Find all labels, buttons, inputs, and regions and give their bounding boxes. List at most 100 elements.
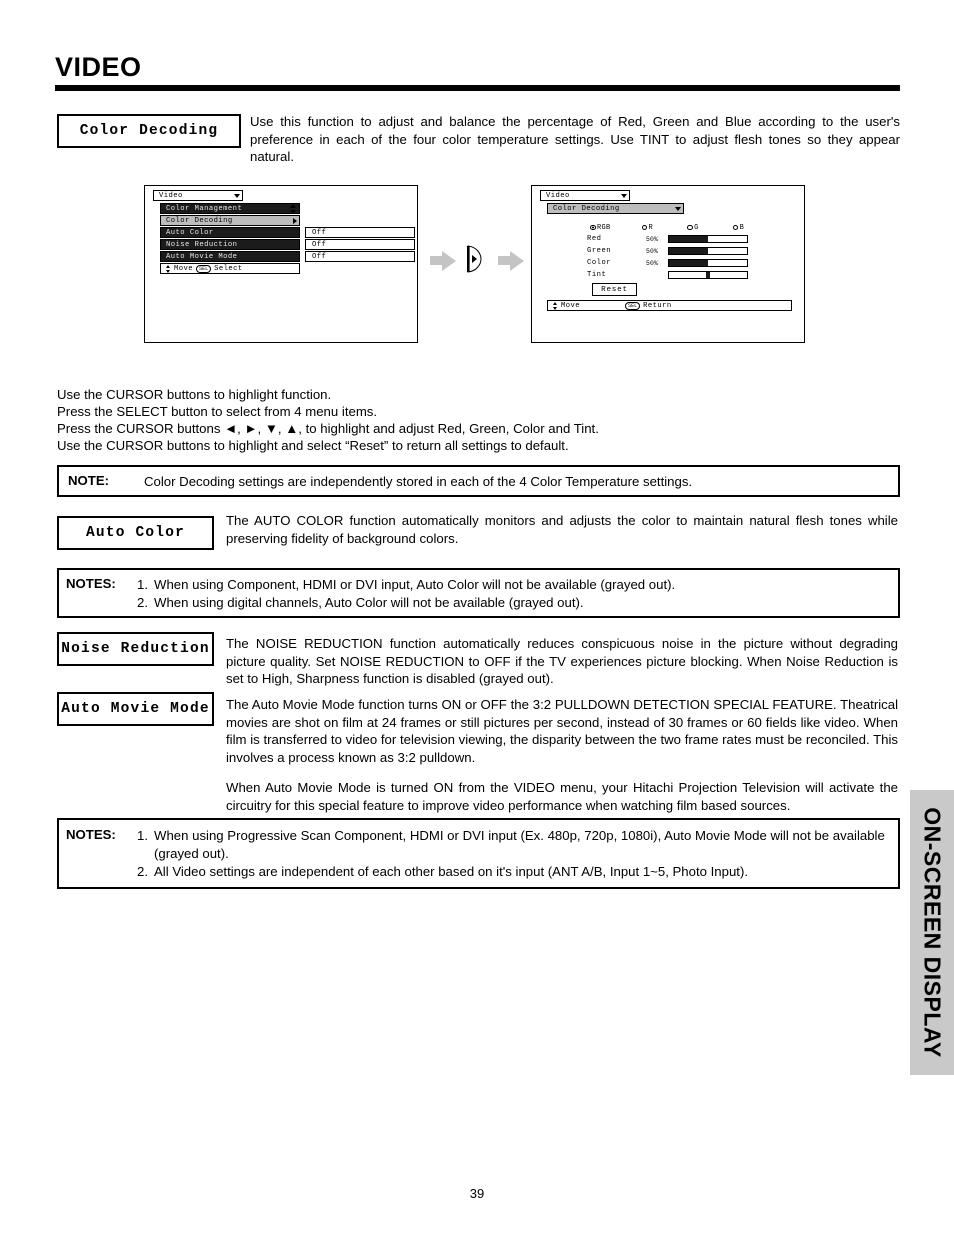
osd-value-auto-color[interactable]: Off bbox=[305, 227, 415, 238]
page-number: 39 bbox=[469, 1186, 485, 1201]
reset-button[interactable]: Reset bbox=[592, 283, 637, 296]
text-auto-movie-mode-1: The Auto Movie Mode function turns ON or… bbox=[226, 697, 898, 765]
slider-fill bbox=[669, 248, 708, 254]
osd-submenu-label: Color Decoding bbox=[553, 204, 620, 213]
slider-value-green: 50% bbox=[646, 248, 659, 255]
slider-track-color[interactable] bbox=[668, 259, 748, 267]
slider-value-red: 50% bbox=[646, 236, 659, 243]
updown-arrows-icon bbox=[552, 301, 559, 311]
osd-left-header-label: Video bbox=[159, 191, 183, 200]
slider-track-tint[interactable] bbox=[668, 271, 748, 279]
radio-label: R bbox=[648, 224, 654, 232]
osd-row-auto-movie-mode[interactable]: Auto Movie Mode bbox=[160, 251, 300, 262]
slider-track-green[interactable] bbox=[668, 247, 748, 255]
osd-right-header[interactable]: Video bbox=[540, 190, 630, 201]
radio-option-r[interactable]: R bbox=[641, 224, 654, 232]
slider-thumb[interactable] bbox=[705, 272, 710, 278]
tag-auto-movie-mode: Auto Movie Mode bbox=[57, 692, 214, 726]
slider-label-green: Green bbox=[587, 247, 612, 255]
note-text-3: 1. When using Progressive Scan Component… bbox=[137, 827, 893, 881]
note-item: 2. All Video settings are independent of… bbox=[137, 863, 893, 881]
osd-row-label: Color Management bbox=[166, 204, 243, 213]
slider-label-tint: Tint bbox=[587, 271, 607, 279]
radio-label: RGB bbox=[597, 224, 611, 232]
text-auto-movie-mode-2: When Auto Movie Mode is turned ON from t… bbox=[226, 780, 898, 813]
chevron-right-icon bbox=[293, 217, 297, 224]
side-tab-label: ON-SCREEN DISPLAY bbox=[919, 807, 946, 1058]
osd-row-label: Color Decoding bbox=[166, 216, 233, 225]
osd-submenu-title[interactable]: Color Decoding bbox=[547, 203, 684, 214]
note-text-2: 1. When using Component, HDMI or DVI inp… bbox=[137, 576, 887, 612]
page-title: VIDEO bbox=[55, 52, 142, 82]
radio-option-g[interactable]: G bbox=[687, 224, 699, 232]
osd-radio-group[interactable]: RGB R G B bbox=[590, 224, 744, 232]
arrow-left-head-icon bbox=[442, 250, 456, 271]
osd-left-footer: Move SEL Select bbox=[160, 263, 300, 274]
select-button-illustration-icon bbox=[467, 245, 482, 273]
radio-icon bbox=[641, 224, 648, 230]
slider-track-red[interactable] bbox=[668, 235, 748, 243]
tag-noise-reduction: Noise Reduction bbox=[57, 632, 214, 666]
note-item: 1. When using Progressive Scan Component… bbox=[137, 827, 893, 863]
select-button-icon: SEL bbox=[625, 301, 641, 310]
updown-arrows-icon bbox=[165, 264, 172, 274]
text-auto-color: The AUTO COLOR function automatically mo… bbox=[226, 513, 898, 546]
chevron-down-icon bbox=[675, 206, 681, 211]
note-item-number: 1. bbox=[137, 577, 148, 592]
osd-right-header-label: Video bbox=[546, 191, 570, 200]
arrow-right-tail bbox=[498, 256, 510, 265]
osd-value-auto-movie-mode[interactable]: Off bbox=[305, 251, 415, 262]
note-item: 1. When using Component, HDMI or DVI inp… bbox=[137, 576, 887, 594]
note-item-number: 1. bbox=[137, 828, 148, 843]
osd-row-label: Auto Color bbox=[166, 228, 214, 237]
note-item-text: When using Component, HDMI or DVI input,… bbox=[154, 577, 676, 592]
slider-fill bbox=[669, 260, 708, 266]
instruction-line-2: Press the SELECT button to select from 4… bbox=[57, 404, 378, 419]
radio-icon bbox=[687, 224, 693, 230]
note-text-1: Color Decoding settings are independentl… bbox=[144, 474, 693, 489]
radio-label: B bbox=[739, 224, 745, 232]
osd-panel-video-menu[interactable]: Video Color Management Color Decoding Au… bbox=[144, 185, 418, 343]
text-noise-reduction: The NOISE REDUCTION function automatical… bbox=[226, 636, 898, 686]
note-label-2: NOTES: bbox=[66, 576, 116, 591]
slider-fill bbox=[669, 236, 708, 242]
osd-row-noise-reduction[interactable]: Noise Reduction bbox=[160, 239, 300, 250]
tag-color-decoding: Color Decoding bbox=[57, 114, 241, 148]
note-item-text: When using Progressive Scan Component, H… bbox=[154, 828, 885, 861]
osd-footer-move-label: Move bbox=[561, 301, 581, 310]
slider-label-red: Red bbox=[587, 235, 602, 243]
slider-label-color: Color bbox=[587, 259, 612, 267]
osd-footer-action-label: Select bbox=[214, 264, 243, 273]
osd-row-color-decoding[interactable]: Color Decoding bbox=[160, 215, 300, 226]
chevron-down-icon bbox=[621, 193, 627, 198]
osd-row-color-management[interactable]: Color Management bbox=[160, 203, 300, 214]
instruction-line-4: Use the CURSOR buttons to highlight and … bbox=[57, 438, 569, 453]
slider-value-color: 50% bbox=[646, 260, 659, 267]
note-item: 2. When using digital channels, Auto Col… bbox=[137, 594, 887, 612]
updown-arrows-icon bbox=[290, 203, 296, 214]
chevron-down-icon bbox=[234, 193, 240, 198]
radio-option-rgb[interactable]: RGB bbox=[590, 224, 611, 232]
osd-row-auto-color[interactable]: Auto Color bbox=[160, 227, 300, 238]
instruction-line-1: Use the CURSOR buttons to highlight func… bbox=[57, 387, 332, 402]
note-item-text: When using digital channels, Auto Color … bbox=[154, 595, 584, 610]
radio-icon bbox=[732, 224, 739, 230]
osd-value-noise-reduction[interactable]: Off bbox=[305, 239, 415, 250]
arrow-left-tail bbox=[430, 256, 442, 265]
radio-icon bbox=[590, 224, 596, 230]
osd-row-label: Auto Movie Mode bbox=[166, 252, 238, 261]
instruction-line-3: Press the CURSOR buttons ◄, ►, ▼, ▲, to … bbox=[57, 421, 599, 436]
text-color-decoding: Use this function to adjust and balance … bbox=[250, 114, 900, 164]
osd-footer-move-label: Move bbox=[174, 264, 194, 273]
title-divider bbox=[55, 85, 900, 91]
osd-row-label: Noise Reduction bbox=[166, 240, 238, 249]
note-item-text: All Video settings are independent of ea… bbox=[154, 864, 749, 879]
tag-auto-color: Auto Color bbox=[57, 516, 214, 550]
arrow-right-head-icon bbox=[510, 250, 524, 271]
osd-left-header[interactable]: Video bbox=[153, 190, 243, 201]
note-label-3: NOTES: bbox=[66, 827, 116, 842]
osd-panel-color-decoding[interactable]: Video Color Decoding RGB R G B Red 50% G… bbox=[531, 185, 805, 343]
osd-footer-action-label: Return bbox=[643, 301, 672, 310]
note-item-number: 2. bbox=[137, 864, 148, 879]
radio-option-b[interactable]: B bbox=[732, 224, 745, 232]
